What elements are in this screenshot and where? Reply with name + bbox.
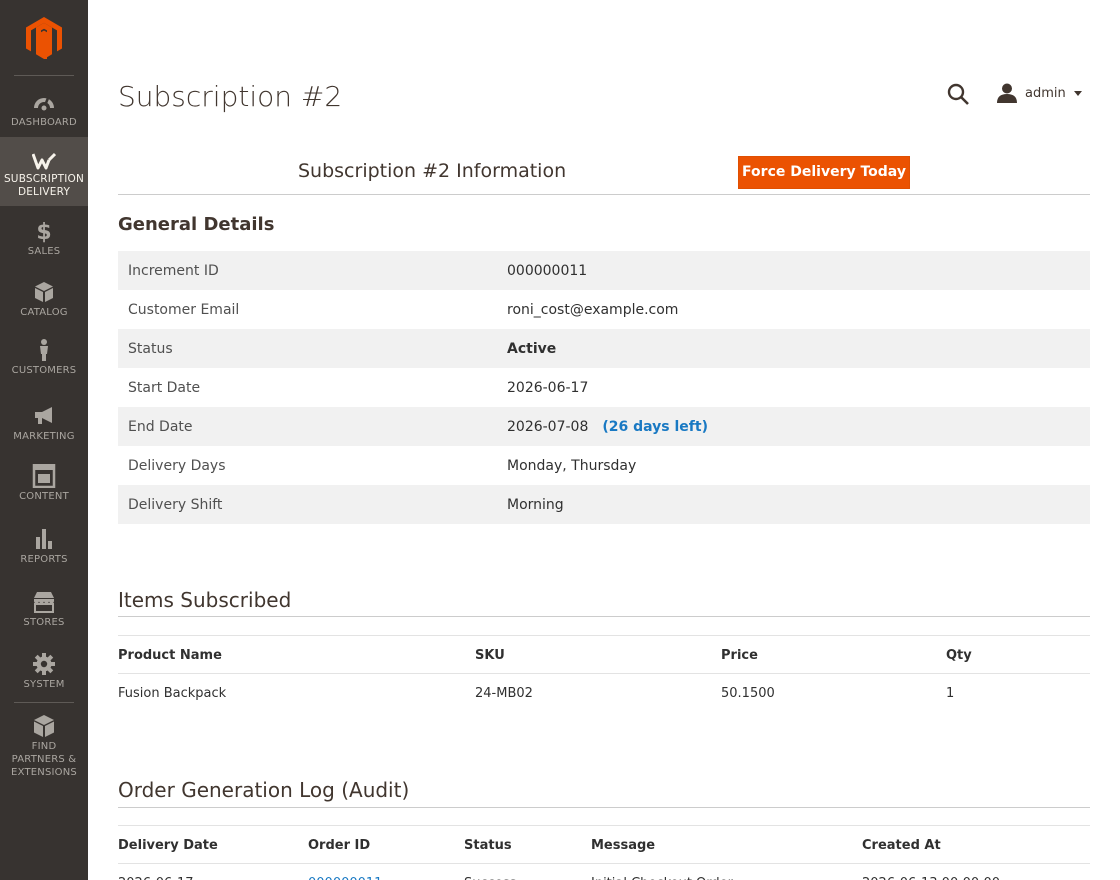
nav-label: STORES (23, 617, 65, 628)
dashboard-icon (34, 97, 54, 111)
nav-label: FIND PARTNERS & EXTENSIONS (11, 741, 77, 778)
detail-row-delivery-shift: Delivery Shift Morning (118, 485, 1090, 524)
box-icon (35, 282, 53, 302)
column-header[interactable]: Order ID (308, 826, 370, 865)
nav-item-catalog[interactable]: CATALOG (0, 280, 88, 326)
detail-row-status: Status Active (118, 329, 1090, 368)
delivery-date: 2026-06-17 (118, 864, 194, 880)
detail-row-start-date: Start Date 2026-06-17 (118, 368, 1090, 407)
detail-value: Morning (507, 496, 564, 513)
nav-label: CUSTOMERS (11, 365, 77, 376)
column-header[interactable]: Created At (862, 826, 941, 865)
detail-value: Monday, Thursday (507, 457, 637, 474)
detail-value: 2026-06-17 (507, 379, 589, 396)
nav-label: DASHBOARD (11, 117, 77, 128)
column-header[interactable]: Message (591, 826, 655, 865)
detail-label: Customer Email (128, 301, 240, 318)
admin-user-menu[interactable]: admin (996, 82, 1082, 104)
force-delivery-button[interactable]: Force Delivery Today (738, 156, 910, 189)
detail-label: Start Date (128, 379, 201, 396)
order-log-title: Order Generation Log (Audit) (118, 778, 410, 802)
general-details-title: General Details (118, 214, 275, 235)
divider (118, 616, 1090, 617)
bar-chart-icon (36, 529, 52, 549)
user-icon (997, 83, 1017, 103)
dollar-icon: $ (36, 220, 51, 243)
column-header[interactable]: Delivery Date (118, 826, 218, 865)
cube-icon (34, 715, 54, 737)
nav-label: CATALOG (20, 307, 68, 318)
product-name: Fusion Backpack (118, 686, 227, 701)
log-table-header: Delivery Date Order ID Status Message Cr… (118, 825, 1090, 864)
nav-item-find-partners[interactable]: FIND PARTNERS & EXTENSIONS (0, 714, 88, 780)
log-status: Success (464, 864, 516, 880)
detail-label: Delivery Days (128, 457, 226, 474)
detail-value: 2026-07-08 (507, 418, 589, 435)
detail-label: Delivery Shift (128, 496, 223, 513)
nav-item-content[interactable]: CONTENT (0, 464, 88, 510)
admin-sidebar: DASHBOARD SUBSCRIPTION DELIVERY $ SALES … (0, 0, 88, 880)
detail-label: End Date (128, 418, 193, 435)
detail-value: roni_cost@example.com (507, 301, 679, 318)
nav-item-customers[interactable]: CUSTOMERS (0, 338, 88, 384)
general-details-table: Increment ID 000000011 Customer Email ro… (118, 251, 1090, 524)
sidebar-divider (14, 75, 74, 76)
log-message: Initial Checkout Order (591, 864, 733, 880)
subscription-icon (32, 152, 56, 170)
nav-label: CONTENT (19, 491, 69, 502)
detail-row-customer-email: Customer Email roni_cost@example.com (118, 290, 1090, 329)
page-title: Subscription #2 (118, 80, 343, 113)
magento-logo[interactable] (26, 17, 62, 59)
detail-value: 000000011 (507, 262, 588, 279)
detail-row-increment-id: Increment ID 000000011 (118, 251, 1090, 290)
column-header[interactable]: Product Name (118, 636, 222, 675)
nav-label: MARKETING (13, 431, 75, 442)
nav-label: SYSTEM (23, 679, 65, 690)
status-badge: Active (507, 340, 557, 357)
nav-item-sales[interactable]: $ SALES (0, 219, 88, 265)
nav-item-system[interactable]: SYSTEM (0, 652, 88, 698)
table-row: 2026-06-17 000000011 Success Initial Che… (118, 864, 1090, 880)
table-row: Fusion Backpack 24-MB02 50.1500 1 (118, 674, 1090, 713)
items-subscribed-title: Items Subscribed (118, 588, 292, 612)
product-price: 50.1500 (721, 686, 775, 701)
detail-label: Status (128, 340, 173, 357)
order-id-link[interactable]: 000000011 (308, 864, 382, 880)
divider (118, 194, 1090, 195)
nav-label: REPORTS (20, 554, 68, 565)
nav-label: SUBSCRIPTION DELIVERY (3, 173, 85, 198)
nav-item-dashboard[interactable]: DASHBOARD (0, 90, 88, 136)
divider (118, 807, 1090, 808)
nav-label: SALES (27, 246, 61, 257)
nav-item-marketing[interactable]: MARKETING (0, 404, 88, 450)
detail-row-delivery-days: Delivery Days Monday, Thursday (118, 446, 1090, 485)
nav-item-reports[interactable]: REPORTS (0, 527, 88, 573)
detail-row-end-date: End Date 2026-07-08 (26 days left) (118, 407, 1090, 446)
layout-icon (32, 464, 56, 488)
product-sku: 24-MB02 (475, 686, 533, 701)
items-table-header: Product Name SKU Price Qty (118, 635, 1090, 674)
info-title: Subscription #2 Information (298, 160, 567, 182)
admin-name: admin (1025, 85, 1066, 101)
search-icon[interactable] (946, 82, 970, 106)
gear-icon (33, 653, 55, 675)
storefront-icon (34, 592, 54, 613)
nav-item-stores[interactable]: STORES (0, 590, 88, 636)
nav-item-subscription-delivery[interactable]: SUBSCRIPTION DELIVERY (0, 137, 88, 206)
column-header[interactable]: Price (721, 636, 758, 675)
sidebar-divider (14, 702, 74, 703)
days-left-indicator: (26 days left) (602, 418, 708, 435)
megaphone-icon (35, 407, 52, 424)
person-icon (40, 339, 48, 361)
column-header[interactable]: Qty (946, 636, 972, 675)
detail-label: Increment ID (128, 262, 219, 279)
product-qty: 1 (946, 686, 955, 701)
chevron-down-icon (1073, 90, 1082, 96)
column-header[interactable]: Status (464, 826, 512, 865)
column-header[interactable]: SKU (475, 636, 505, 675)
svg-text:$: $ (36, 220, 51, 243)
created-at: 2026-06-13 00:00:00 (862, 864, 1000, 880)
